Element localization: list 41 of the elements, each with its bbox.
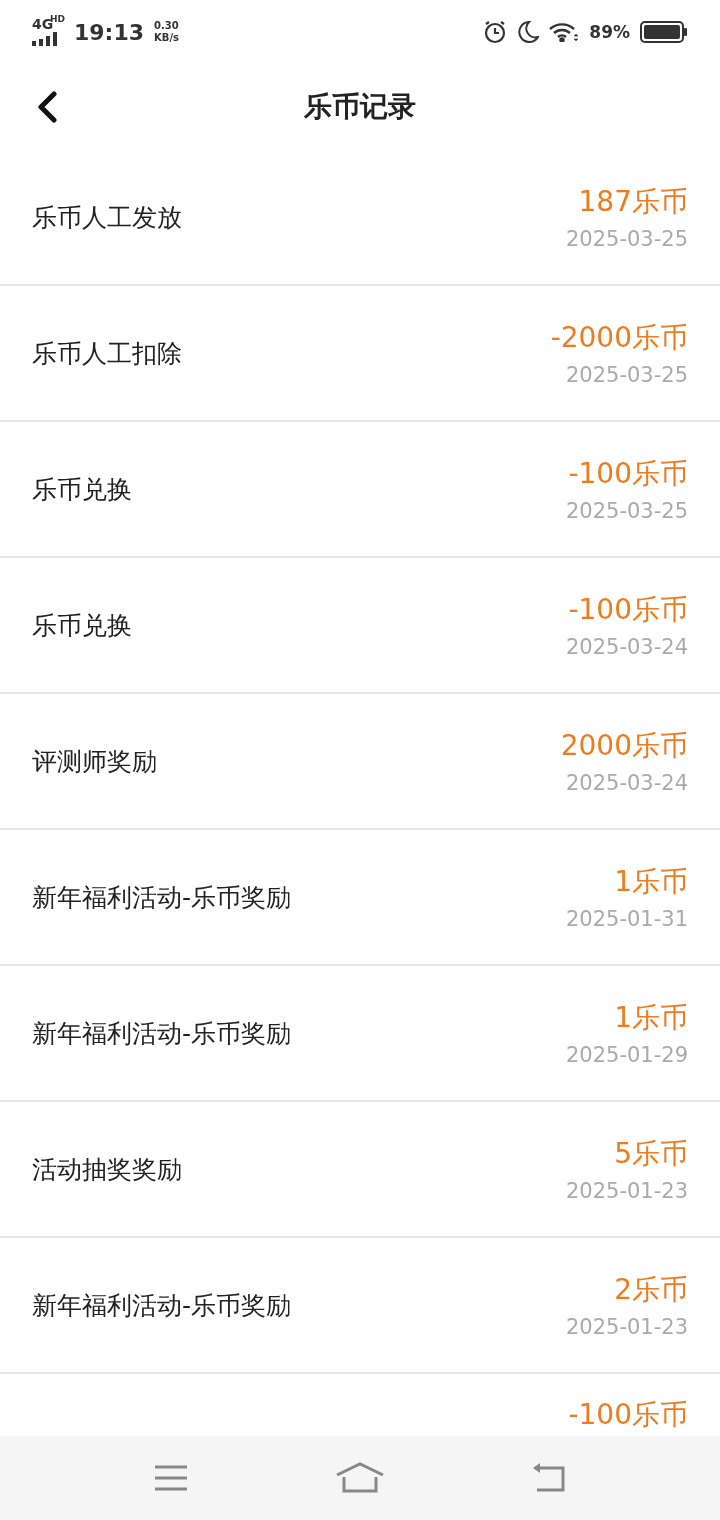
- record-date: 2025-01-31: [565, 907, 688, 931]
- moon-icon: [517, 20, 540, 44]
- battery-icon: [640, 21, 688, 43]
- coin-amount: 1乐币: [614, 864, 688, 900]
- coin-amount: 2乐币: [614, 1272, 688, 1308]
- record-date: 2025-03-24: [565, 635, 688, 659]
- coin-amount: -100乐币: [568, 456, 688, 492]
- coin-amount: 2000乐币: [560, 728, 688, 764]
- speed-unit: KB/s: [154, 32, 179, 44]
- record-date: 2025-03-25: [565, 499, 688, 523]
- record-date: 2025-03-24: [565, 771, 688, 795]
- menu-icon[interactable]: [153, 1464, 189, 1492]
- coin-amount: 5乐币: [614, 1136, 688, 1172]
- coin-amount: -100乐币: [568, 1397, 688, 1433]
- page-title: 乐币记录: [304, 89, 416, 125]
- record-title: 评测师奖励: [32, 746, 157, 776]
- coin-amount: 187乐币: [578, 184, 688, 220]
- clock-time: 19:13: [74, 19, 145, 45]
- battery-percent: 89%: [589, 22, 630, 42]
- coin-amount: 1乐币: [614, 1000, 688, 1036]
- record-title: 新年福利活动-乐币奖励: [32, 882, 292, 912]
- alarm-icon: [483, 20, 508, 44]
- back-nav-icon[interactable]: [531, 1462, 567, 1494]
- record-date: 2025-03-25: [565, 227, 688, 251]
- record-date: 2025-01-23: [565, 1179, 688, 1203]
- record-title: 新年福利活动-乐币奖励: [32, 1290, 292, 1320]
- home-icon[interactable]: [335, 1462, 385, 1494]
- record-title: 乐币人工发放: [32, 202, 182, 232]
- record-title: 乐币人工扣除: [32, 338, 182, 368]
- record-title: 新年福利活动-乐币奖励: [32, 1018, 292, 1048]
- wifi-icon: [549, 22, 580, 42]
- record-date: 2025-03-25: [565, 363, 688, 387]
- coin-amount: -2000乐币: [550, 320, 688, 356]
- record-date: 2025-01-29: [565, 1043, 688, 1067]
- record-date: 2025-01-23: [565, 1315, 688, 1339]
- record-title: 活动抽奖奖励: [32, 1154, 182, 1184]
- record-title: 乐币兑换: [32, 474, 132, 504]
- record-title: 乐币兑换: [32, 610, 132, 640]
- coin-amount: -100乐币: [568, 592, 688, 628]
- speed-value: 0.30: [154, 20, 179, 32]
- back-icon[interactable]: [36, 91, 58, 123]
